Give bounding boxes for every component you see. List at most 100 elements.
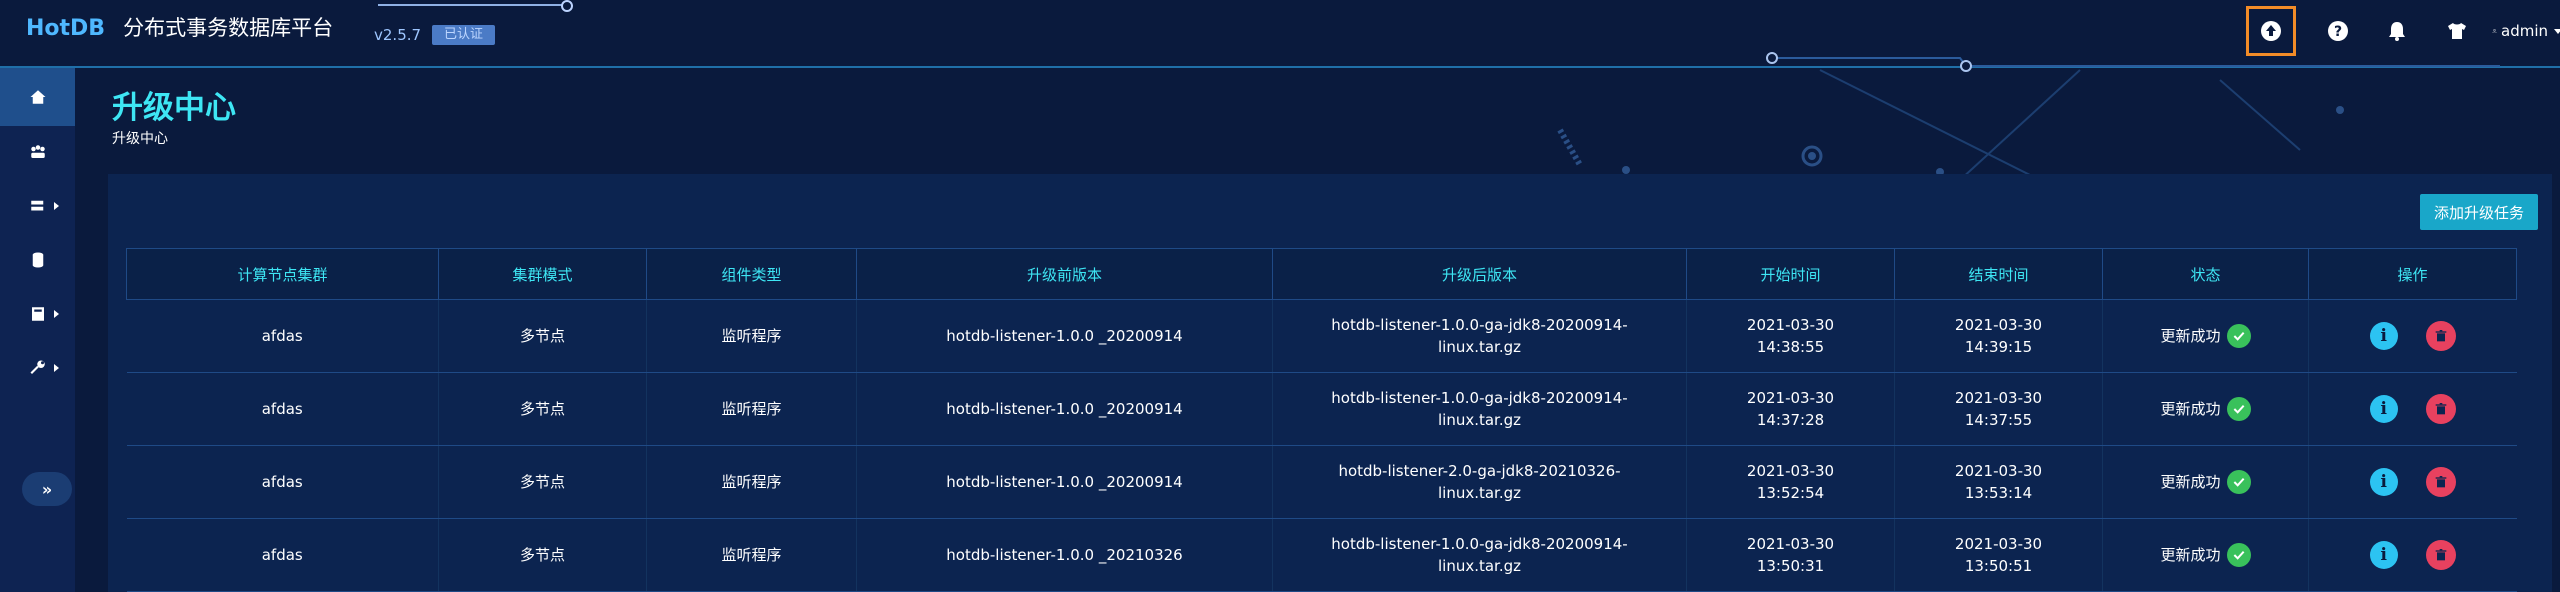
cell-component-type: 监听程序	[646, 518, 857, 592]
start-date: 2021-03-30	[1746, 389, 1835, 407]
report-icon	[31, 307, 44, 321]
cell-mode: 多节点	[438, 518, 647, 592]
end-time: 13:53:14	[1964, 484, 2033, 502]
database-icon	[32, 252, 43, 268]
version-after-line2: linux.tar.gz	[1437, 338, 1522, 356]
cell-actions: i	[2308, 518, 2517, 592]
start-date: 2021-03-30	[1746, 535, 1835, 553]
cell-cluster: afdas	[126, 518, 439, 592]
status: 更新成功	[2160, 543, 2251, 567]
add-upgrade-task-button[interactable]: 添加升级任务	[2419, 194, 2538, 230]
cell-start-time: 2021-03-30 14:37:28	[1686, 372, 1895, 446]
column-header: 结束时间	[1894, 248, 2103, 300]
column-header: 升级前版本	[856, 248, 1273, 300]
actions: i	[2369, 540, 2456, 570]
version-after-line1: hotdb-listener-1.0.0-ga-jdk8-20200914-	[1331, 316, 1628, 334]
sidebar-item-report[interactable]	[0, 290, 75, 338]
version-after-line1: hotdb-listener-1.0.0-ga-jdk8-20200914-	[1331, 389, 1628, 407]
trash-icon[interactable]	[2425, 467, 2456, 497]
breadcrumb[interactable]: 升级中心	[112, 128, 168, 148]
sidebar-item-tools[interactable]	[0, 344, 75, 392]
trash-icon[interactable]	[2425, 540, 2456, 570]
cell-end-time: 2021-03-30 13:50:51	[1894, 518, 2103, 592]
cell-end-time: 2021-03-30 14:37:55	[1894, 372, 2103, 446]
page-title: 升级中心	[112, 90, 236, 126]
status: 更新成功	[2160, 324, 2251, 348]
upgrade-table: 计算节点集群 集群模式 组件类型 升级前版本 升级后版本 开始时间 结束时间 状…	[126, 248, 2517, 592]
column-header: 状态	[2102, 248, 2309, 300]
version-after-line1: hotdb-listener-2.0-ga-jdk8-20210326-	[1338, 462, 1621, 480]
info-icon[interactable]: i	[2369, 322, 2398, 350]
start-date: 2021-03-30	[1746, 316, 1835, 334]
svg-text:?: ?	[2334, 24, 2342, 40]
content-panel: 添加升级任务 计算节点集群 集群模式 组件类型 升级前版本 升级后版本 开始时间…	[108, 174, 2552, 592]
home-icon	[30, 90, 45, 104]
version-after-line2: linux.tar.gz	[1437, 557, 1522, 575]
table-row: afdas 多节点 监听程序 hotdb-listener-1.0.0 _202…	[126, 518, 2517, 592]
sidebar-item-home[interactable]	[0, 68, 75, 126]
decor-line	[378, 4, 566, 6]
cell-component-type: 监听程序	[646, 372, 857, 446]
end-time: 14:37:55	[1964, 411, 2033, 429]
end-date: 2021-03-30	[1954, 389, 2043, 407]
actions: i	[2369, 321, 2456, 351]
cell-version-before: hotdb-listener-1.0.0 _20200914	[856, 372, 1273, 446]
cell-cluster: afdas	[126, 445, 439, 519]
status: 更新成功	[2160, 397, 2251, 421]
status-text: 更新成功	[2160, 327, 2221, 345]
cell-status: 更新成功	[2102, 518, 2309, 592]
cell-version-after: hotdb-listener-1.0.0-ga-jdk8-20200914- li…	[1272, 372, 1687, 446]
end-date: 2021-03-30	[1954, 535, 2043, 553]
cell-mode: 多节点	[438, 372, 647, 446]
cell-mode: 多节点	[438, 299, 647, 373]
cell-actions: i	[2308, 445, 2517, 519]
table-row: afdas 多节点 监听程序 hotdb-listener-1.0.0 _202…	[126, 299, 2517, 373]
sidebar-item-server[interactable]	[0, 182, 75, 230]
cell-start-time: 2021-03-30 13:50:31	[1686, 518, 1895, 592]
cell-version-after: hotdb-listener-1.0.0-ga-jdk8-20200914- li…	[1272, 299, 1687, 373]
cell-component-type: 监听程序	[646, 299, 857, 373]
status: 更新成功	[2160, 470, 2251, 494]
sidebar-item-cluster[interactable]	[0, 128, 75, 176]
trash-icon[interactable]	[2425, 394, 2456, 424]
user-name: admin	[2501, 22, 2548, 40]
cell-end-time: 2021-03-30 13:53:14	[1894, 445, 2103, 519]
cell-cluster: afdas	[126, 372, 439, 446]
cell-start-time: 2021-03-30 13:52:54	[1686, 445, 1895, 519]
brand[interactable]: HotDB 分布式事务数据库平台	[26, 12, 333, 42]
start-time: 13:50:31	[1756, 557, 1825, 575]
cluster-icon	[30, 145, 45, 158]
trash-icon[interactable]	[2425, 321, 2456, 351]
actions: i	[2369, 467, 2456, 497]
column-header: 组件类型	[646, 248, 857, 300]
sidebar-expand-button[interactable]: »	[22, 472, 72, 506]
cell-version-before: hotdb-listener-1.0.0 _20200914	[856, 445, 1273, 519]
column-header: 操作	[2308, 248, 2517, 300]
start-time: 14:37:28	[1756, 411, 1825, 429]
check-circle-icon	[2226, 543, 2251, 567]
cell-status: 更新成功	[2102, 445, 2309, 519]
version-after-line2: linux.tar.gz	[1437, 411, 1522, 429]
cell-mode: 多节点	[438, 445, 647, 519]
info-icon[interactable]: i	[2369, 395, 2398, 423]
chevron-down-icon	[2554, 28, 2560, 34]
server-icon	[30, 200, 43, 211]
info-icon[interactable]: i	[2369, 468, 2398, 496]
start-time: 13:52:54	[1756, 484, 1825, 502]
cell-version-after: hotdb-listener-2.0-ga-jdk8-20210326- linu…	[1272, 445, 1687, 519]
start-time: 14:38:55	[1756, 338, 1825, 356]
status-text: 更新成功	[2160, 473, 2221, 491]
actions: i	[2369, 394, 2456, 424]
decor-dot	[561, 0, 573, 12]
start-date: 2021-03-30	[1746, 462, 1835, 480]
cell-actions: i	[2308, 372, 2517, 446]
chevron-right-icon	[54, 310, 59, 318]
logo[interactable]: HotDB	[26, 16, 105, 41]
column-header: 升级后版本	[1272, 248, 1687, 300]
table-row: afdas 多节点 监听程序 hotdb-listener-1.0.0 _202…	[126, 372, 2517, 446]
check-circle-icon	[2226, 397, 2251, 421]
cell-actions: i	[2308, 299, 2517, 373]
info-icon[interactable]: i	[2369, 541, 2398, 569]
sidebar-item-database[interactable]	[0, 236, 75, 284]
check-circle-icon	[2226, 470, 2251, 494]
